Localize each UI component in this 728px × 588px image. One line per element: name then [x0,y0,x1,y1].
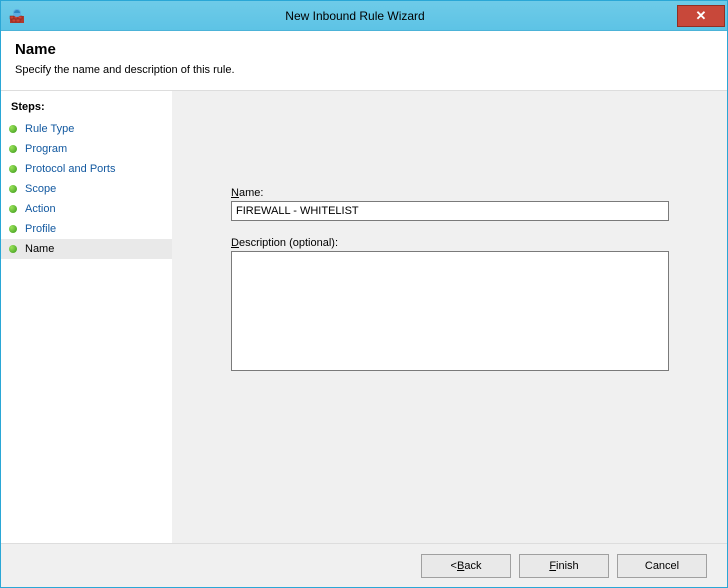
step-rule-type[interactable]: Rule Type [1,119,172,139]
page-description: Specify the name and description of this… [15,64,713,76]
close-icon: ✕ [696,8,707,24]
bullet-icon [9,225,17,233]
bullet-icon [9,185,17,193]
bullet-icon [9,245,17,253]
step-label: Scope [25,183,56,195]
wizard-body: Steps: Rule Type Program Protocol and Po… [1,91,727,543]
name-label: Name: [231,187,689,199]
back-button[interactable]: < Back [421,554,511,578]
cancel-button[interactable]: Cancel [617,554,707,578]
steps-heading: Steps: [1,99,172,119]
step-name[interactable]: Name [1,239,172,259]
close-button[interactable]: ✕ [677,5,725,27]
step-label: Program [25,143,67,155]
wizard-content: Name: Description (optional): [173,91,727,543]
window-title: New Inbound Rule Wizard [33,9,677,23]
step-label: Profile [25,223,56,235]
bullet-icon [9,165,17,173]
description-label: Description (optional): [231,237,689,249]
page-title: Name [15,41,713,58]
wizard-window: New Inbound Rule Wizard ✕ Name Specify t… [0,0,728,588]
wizard-header: Name Specify the name and description of… [1,31,727,91]
step-program[interactable]: Program [1,139,172,159]
bullet-icon [9,205,17,213]
step-scope[interactable]: Scope [1,179,172,199]
step-protocol-ports[interactable]: Protocol and Ports [1,159,172,179]
step-action[interactable]: Action [1,199,172,219]
step-profile[interactable]: Profile [1,219,172,239]
name-input[interactable] [231,201,669,221]
step-label: Name [25,243,54,255]
description-input[interactable] [231,251,669,371]
titlebar: New Inbound Rule Wizard ✕ [1,1,727,31]
wizard-buttons: < Back Finish Cancel [1,543,727,587]
step-label: Protocol and Ports [25,163,116,175]
steps-sidebar: Steps: Rule Type Program Protocol and Po… [1,91,173,543]
bullet-icon [9,125,17,133]
finish-button[interactable]: Finish [519,554,609,578]
step-label: Rule Type [25,123,74,135]
firewall-icon [9,8,25,24]
step-label: Action [25,203,56,215]
bullet-icon [9,145,17,153]
